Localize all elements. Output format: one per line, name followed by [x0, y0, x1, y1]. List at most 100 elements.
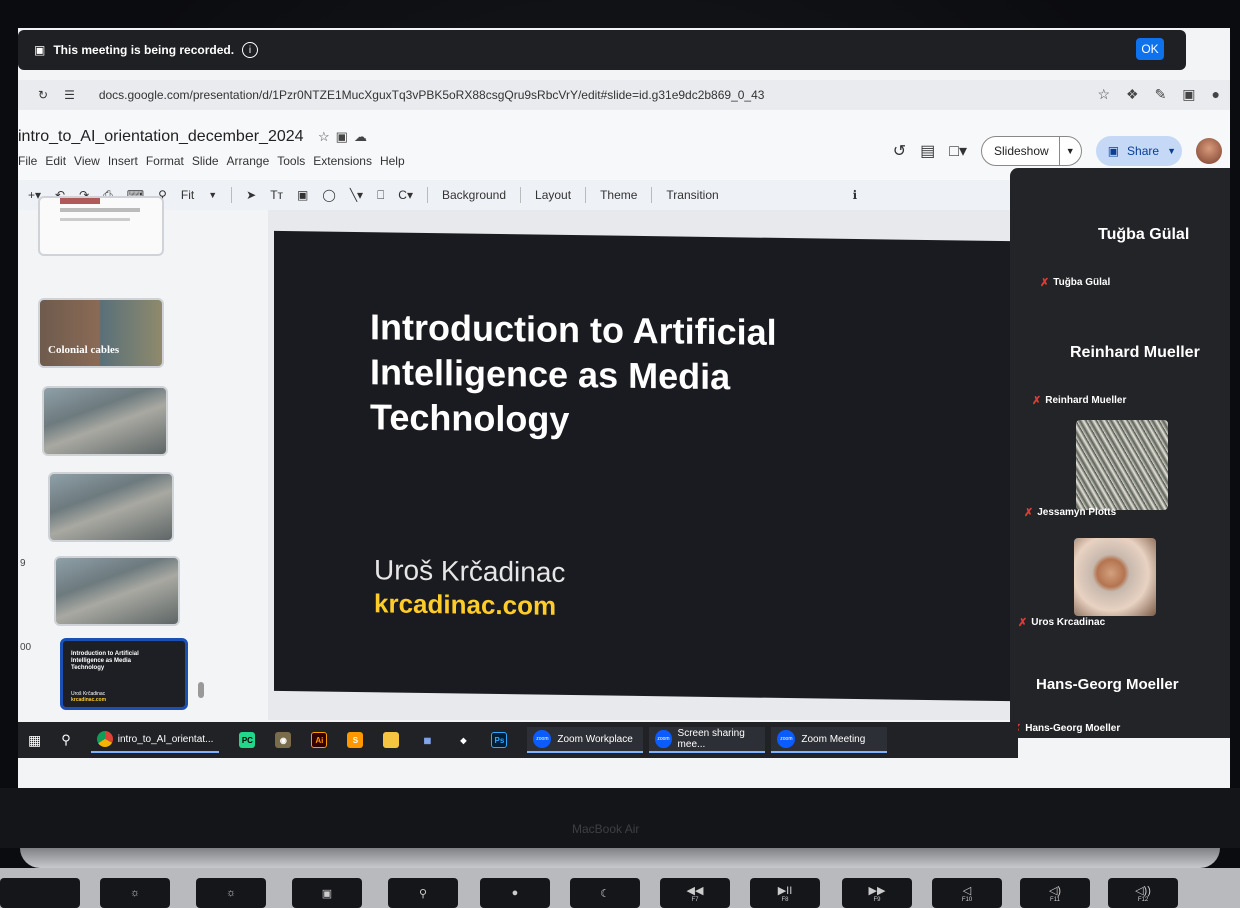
slideshow-dropdown-chevron-icon[interactable]: ▼ — [1058, 136, 1081, 166]
taskbar-window-zoom-workplace[interactable]: zoom Zoom Workplace — [527, 727, 644, 753]
thumbnail-link: krcadinac.com — [71, 697, 107, 703]
key-spotlight[interactable]: ⚲ — [388, 878, 458, 908]
key-brightness-up[interactable]: ☼ — [196, 878, 266, 908]
lock-icon: ▣ — [1107, 144, 1120, 158]
slide-number: 9 — [20, 558, 26, 569]
select-cursor-icon[interactable]: ➤ — [246, 188, 256, 202]
menu-slide[interactable]: Slide — [192, 154, 219, 168]
slideshow-button[interactable]: Slideshow ▼ — [981, 136, 1082, 166]
shape-icon[interactable]: ◯ — [322, 188, 335, 202]
pen-icon[interactable]: ✎ — [1155, 86, 1167, 103]
account-avatar[interactable] — [1196, 138, 1222, 164]
filmstrip-scrollbar[interactable] — [198, 682, 204, 698]
move-folder-icon[interactable]: ▣ — [336, 129, 354, 144]
key-f11[interactable]: ◁) F11 — [1020, 878, 1090, 908]
document-title[interactable]: intro_to_AI_orientation_december_2024 — [18, 128, 304, 145]
menu-view[interactable]: View — [74, 154, 100, 168]
version-history-icon[interactable]: ↺ — [893, 141, 906, 161]
photo-stage: ↻ ☰ docs.google.com/presentation/d/1Pzr0… — [0, 0, 1240, 908]
background-button[interactable]: Background — [442, 188, 506, 202]
file-explorer-icon[interactable] — [383, 732, 400, 748]
current-slide[interactable]: Introduction to Artificial Intelligence … — [274, 230, 1010, 702]
menu-tools[interactable]: Tools — [277, 154, 305, 168]
key-dictation[interactable]: ● — [480, 878, 550, 908]
key-f8[interactable]: ▶II F8 — [750, 878, 820, 908]
key-mission-control[interactable]: ▣ — [292, 878, 362, 908]
layout-button[interactable]: Layout — [535, 188, 571, 202]
site-settings-icon[interactable]: ☰ — [64, 88, 75, 102]
slideshow-label: Slideshow — [994, 144, 1049, 158]
zoom-level[interactable]: Fit — [181, 188, 194, 202]
format-options-icon[interactable]: C▾ — [398, 188, 413, 202]
share-button[interactable]: ▣ Share ▼ — [1095, 136, 1182, 166]
menu-extensions[interactable]: Extensions — [313, 154, 372, 168]
key-f7[interactable]: ◀◀ F7 — [660, 878, 730, 908]
slide-link[interactable]: krcadinac.com — [374, 588, 556, 622]
bookmark-star-icon[interactable]: ☆ — [1097, 86, 1110, 103]
menu-help[interactable]: Help — [380, 154, 405, 168]
text-box-icon[interactable]: Tᴛ — [270, 188, 283, 202]
info-icon[interactable]: i — [242, 42, 259, 58]
slide-thumbnail-road[interactable] — [54, 556, 180, 626]
insert-image-icon[interactable]: ▣ — [297, 188, 308, 202]
profile-icon[interactable]: ● — [1212, 86, 1220, 103]
menu-edit[interactable]: Edit — [45, 154, 66, 168]
app-diamond-icon[interactable]: ◆ — [455, 732, 471, 748]
participant-label: ✗ Reinhard Mueller — [1032, 395, 1127, 407]
participant-label: ✗ Jessamyn Plotts — [1024, 507, 1117, 519]
taskbar-window-screen-sharing[interactable]: zoom Screen sharing mee... — [649, 727, 766, 753]
meet-camera-icon[interactable]: □▾ — [949, 141, 967, 161]
menu-arrange[interactable]: Arrange — [227, 154, 270, 168]
url-text[interactable]: docs.google.com/presentation/d/1Pzr0NTZE… — [99, 88, 765, 102]
slide-thumbnail[interactable] — [38, 196, 164, 256]
menu-file[interactable]: File — [18, 154, 37, 168]
sublime-icon[interactable]: S — [347, 732, 364, 748]
slide-thumbnail-colonial-cables[interactable]: Colonial cables — [38, 298, 164, 368]
header-actions: ↺ ▤ □▾ Slideshow ▼ ▣ Share ▼ — [893, 136, 1222, 166]
slide-author[interactable]: Uroš Krčadinac — [374, 554, 565, 589]
share-dropdown-chevron-icon[interactable]: ▼ — [1167, 146, 1176, 156]
recording-ok-button[interactable]: OK — [1136, 38, 1164, 60]
slide-thumbnail-road[interactable] — [48, 472, 174, 542]
keyboard-function-row: ☼ ☼ ▣ ⚲ ● ☾ ◀◀ F7 ▶II F8 ▶▶ F9 ◁ F10 ◁) F11 ◁… — [0, 868, 1240, 908]
key-esc[interactable] — [0, 878, 80, 908]
comment-add-icon[interactable]: ⎕ — [377, 188, 384, 203]
key-do-not-disturb[interactable]: ☾ — [570, 878, 640, 908]
zoom-dropdown-chevron-icon[interactable]: ▼ — [208, 190, 217, 200]
reload-icon[interactable]: ↻ — [38, 88, 48, 102]
slide-thumbnail-road[interactable] — [42, 386, 168, 456]
participant-video[interactable] — [1076, 420, 1168, 510]
comments-icon[interactable]: ▤ — [920, 141, 935, 161]
windows-start-icon[interactable]: ▦ — [28, 732, 41, 749]
transition-button[interactable]: Transition — [666, 188, 718, 202]
menu-format[interactable]: Format — [146, 154, 184, 168]
thumbnail-title: Introduction to Artificial Intelligence … — [71, 651, 139, 671]
key-f9[interactable]: ▶▶ F9 — [842, 878, 912, 908]
menu-insert[interactable]: Insert — [108, 154, 138, 168]
network-icon[interactable]: ▦ — [419, 732, 435, 748]
photoshop-icon[interactable]: Ps — [491, 732, 508, 748]
star-icon[interactable]: ☆ — [318, 129, 336, 144]
key-brightness-down[interactable]: ☼ — [100, 878, 170, 908]
slide-title[interactable]: Introduction to Artificial Intelligence … — [370, 304, 930, 447]
participant-video[interactable] — [1074, 538, 1156, 616]
taskbar-app-chrome[interactable]: intro_to_AI_orientat... — [90, 727, 220, 753]
participant-name-large: Tuğba Gülal — [1098, 226, 1190, 243]
browser-address-bar[interactable]: ↻ ☰ docs.google.com/presentation/d/1Pzr0… — [18, 80, 1230, 110]
key-f10[interactable]: ◁ F10 — [932, 878, 1002, 908]
taskbar-window-zoom-meeting[interactable]: zoom Zoom Meeting — [771, 727, 888, 753]
gimp-icon[interactable]: ◉ — [275, 732, 292, 748]
share-label: Share — [1127, 144, 1160, 158]
search-icon[interactable]: ⚲ — [61, 732, 71, 748]
participant-label: ✗ Tuğba Gülal — [1040, 277, 1111, 289]
illustrator-icon[interactable]: Ai — [311, 732, 328, 748]
theme-button[interactable]: Theme — [600, 188, 637, 202]
puzzle-icon[interactable]: ▣ — [1182, 86, 1195, 103]
line-icon[interactable]: ╲▾ — [350, 188, 363, 202]
slide-thumbnail-current[interactable]: Introduction to Artificial Intelligence … — [60, 638, 188, 710]
pycharm-icon[interactable]: PC — [239, 732, 256, 748]
participant-name-large: Reinhard Mueller — [1070, 344, 1200, 361]
key-f12[interactable]: ◁)) F12 — [1108, 878, 1178, 908]
muted-mic-icon: ✗ — [1018, 617, 1028, 629]
extension-icon[interactable]: ❖ — [1126, 86, 1139, 103]
